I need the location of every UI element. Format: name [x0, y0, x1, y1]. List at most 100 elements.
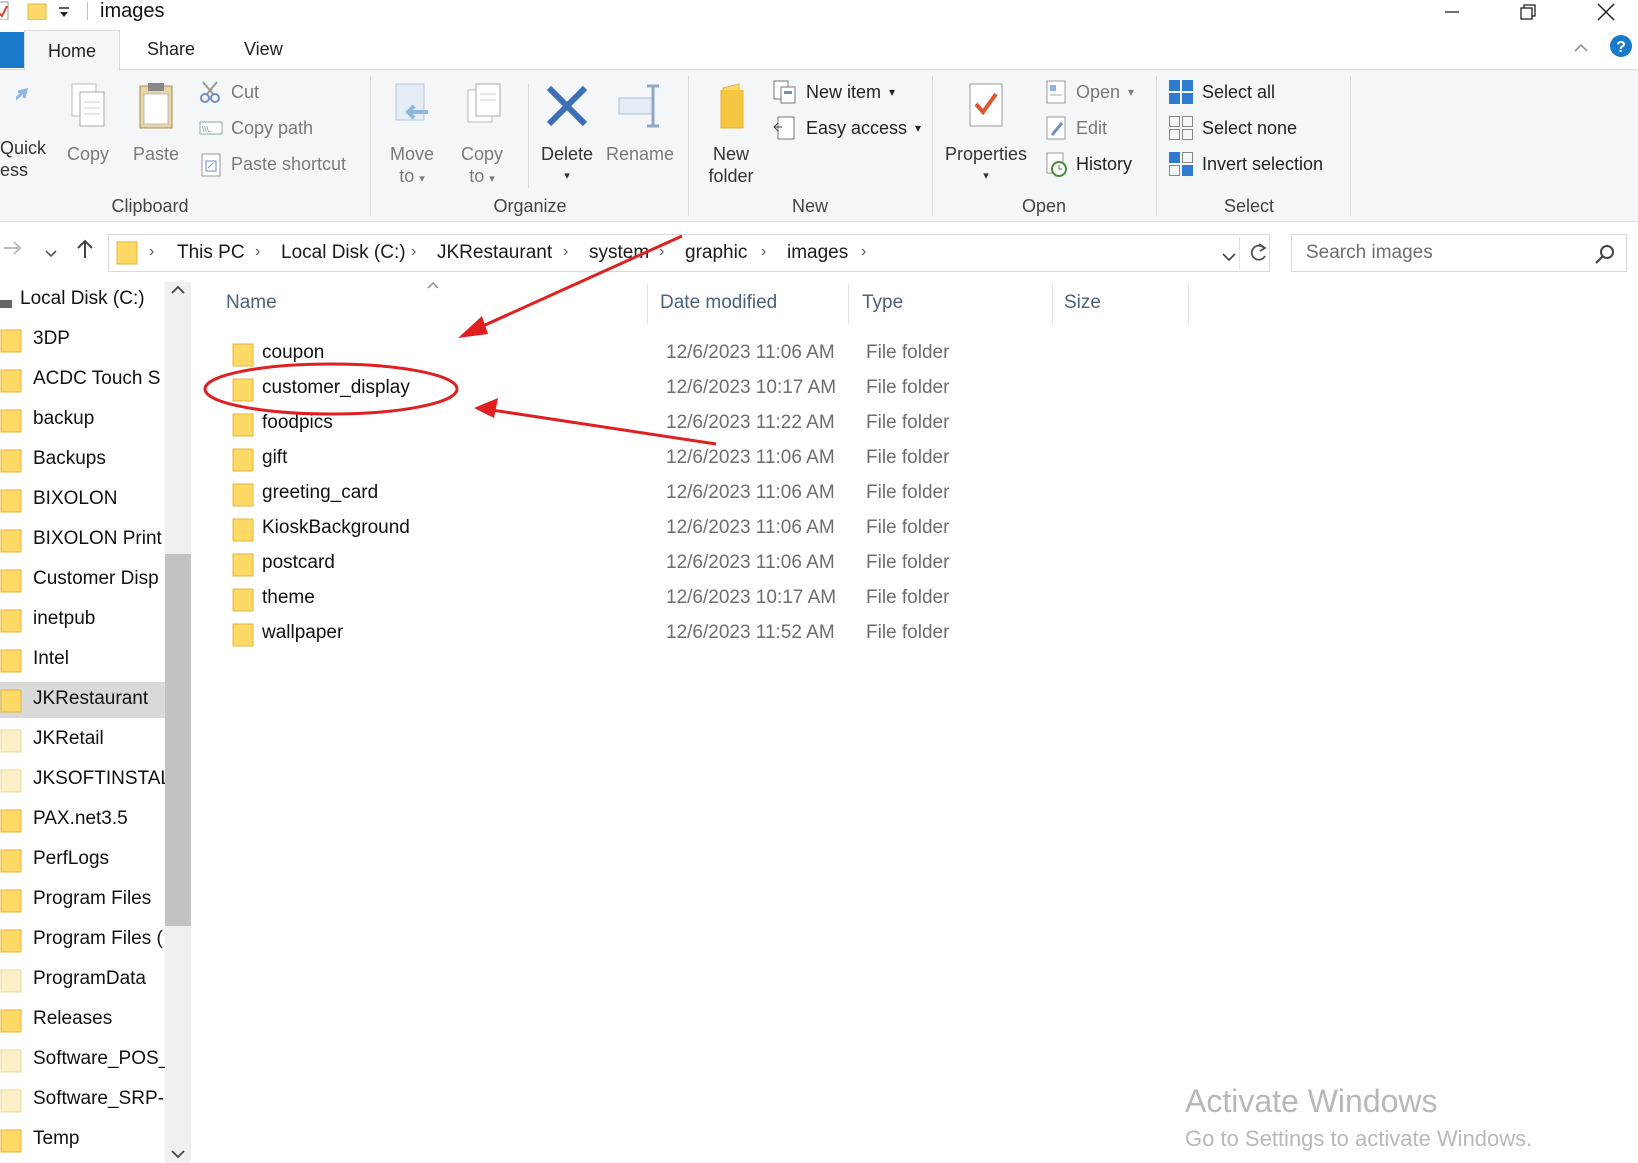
file-row[interactable]: foodpics 12/6/2023 11:22 AM File folder	[220, 408, 1220, 442]
nav-scrollbar-thumb[interactable]	[165, 554, 191, 926]
breadcrumb-jkrestaurant[interactable]: JKRestaurant	[437, 242, 552, 264]
nav-item[interactable]: Program Files	[0, 882, 165, 918]
up-button[interactable]	[74, 238, 96, 266]
forward-button[interactable]	[2, 238, 24, 264]
tab-view[interactable]: View	[244, 39, 283, 60]
new-item-button[interactable]: New item ▾	[772, 78, 895, 106]
minimize-button[interactable]	[1428, 0, 1476, 24]
nav-item[interactable]: Intel	[0, 642, 165, 678]
nav-item[interactable]: PerfLogs	[0, 842, 165, 878]
nav-item-local-disk[interactable]: Local Disk (C:)	[0, 282, 165, 318]
nav-item[interactable]: 3DP	[0, 322, 165, 358]
select-none-button[interactable]: Select none	[1168, 114, 1297, 142]
column-separator[interactable]	[647, 284, 648, 324]
properties-quick-icon[interactable]	[0, 0, 22, 20]
chevron-up-icon[interactable]	[170, 284, 186, 296]
nav-item[interactable]: backup	[0, 402, 165, 438]
nav-scrollbar[interactable]	[165, 282, 191, 1163]
folder-icon	[0, 409, 22, 433]
column-separator[interactable]	[1052, 284, 1053, 324]
breadcrumb-this-pc[interactable]: This PC	[177, 242, 245, 264]
breadcrumb-chevron-icon[interactable]: ›	[411, 243, 416, 261]
nav-item[interactable]: ACDC Touch S	[0, 362, 165, 398]
column-header-date[interactable]: Date modified	[660, 292, 777, 314]
breadcrumb-chevron-icon[interactable]: ›	[255, 243, 260, 261]
pin-to-quick-access-button[interactable]: Quick ess	[0, 82, 52, 181]
paste-button[interactable]: Paste	[128, 82, 184, 165]
address-bar[interactable]: › This PC › Local Disk (C:) › JKRestaura…	[108, 234, 1270, 272]
properties-button[interactable]: Properties ▾	[940, 82, 1032, 187]
restore-button[interactable]	[1504, 0, 1552, 24]
tab-share[interactable]: Share	[147, 39, 195, 60]
file-row[interactable]: postcard 12/6/2023 11:06 AM File folder	[220, 548, 1220, 582]
chevron-down-icon[interactable]	[170, 1148, 186, 1160]
open-button[interactable]: Open ▾	[1044, 78, 1134, 106]
column-header-size[interactable]: Size	[1064, 292, 1101, 314]
file-row[interactable]: KioskBackground 12/6/2023 11:06 AM File fo…	[220, 513, 1220, 547]
breadcrumb-chevron-icon[interactable]: ›	[861, 243, 866, 261]
breadcrumb-chevron-icon[interactable]: ›	[761, 243, 766, 261]
copy-to-button[interactable]: Copy to ▾	[454, 82, 510, 190]
breadcrumb-chevron-icon[interactable]: ›	[149, 243, 154, 261]
breadcrumb-graphic[interactable]: graphic	[685, 242, 747, 264]
nav-item[interactable]: Customer Disp	[0, 562, 165, 598]
move-to-button[interactable]: Move to ▾	[384, 82, 440, 190]
nav-item[interactable]: ProgramData	[0, 962, 165, 998]
select-all-button[interactable]: Select all	[1168, 78, 1275, 106]
cut-button[interactable]: Cut	[199, 78, 259, 106]
nav-item[interactable]: inetpub	[0, 602, 165, 638]
file-type: File folder	[866, 482, 950, 503]
search-box[interactable]: Search images	[1291, 234, 1627, 272]
nav-item[interactable]: JKRetail	[0, 722, 165, 758]
column-header-type[interactable]: Type	[862, 292, 903, 314]
nav-item[interactable]: Backups	[0, 442, 165, 478]
column-separator[interactable]	[1188, 284, 1189, 324]
file-row[interactable]: coupon 12/6/2023 11:06 AM File folder	[220, 338, 1220, 372]
refresh-button[interactable]	[1247, 242, 1269, 270]
file-name: theme	[262, 587, 315, 608]
tab-home[interactable]: Home	[24, 30, 120, 71]
breadcrumb-system[interactable]: system	[589, 242, 649, 264]
file-row[interactable]: gift 12/6/2023 11:06 AM File folder	[220, 443, 1220, 477]
nav-item[interactable]: Software_SRP-:	[0, 1082, 165, 1118]
nav-item[interactable]: JKRestaurant	[0, 682, 165, 718]
search-input[interactable]: Search images	[1306, 242, 1433, 264]
invert-selection-button[interactable]: Invert selection	[1168, 150, 1323, 178]
nav-item[interactable]: BIXOLON	[0, 482, 165, 518]
copy-button[interactable]: Copy	[62, 82, 114, 165]
rename-button[interactable]: Rename	[604, 82, 676, 165]
column-separator[interactable]	[848, 284, 849, 324]
column-header-name[interactable]: Name	[226, 292, 277, 314]
nav-item[interactable]: Temp	[0, 1122, 165, 1158]
copy-path-button[interactable]: \\\.. Copy path	[199, 114, 313, 142]
minimize-ribbon-button[interactable]	[1568, 36, 1594, 60]
file-row[interactable]: theme 12/6/2023 10:17 AM File folder	[220, 583, 1220, 617]
breadcrumb-images[interactable]: images	[787, 242, 848, 264]
nav-item[interactable]: PAX.net3.5	[0, 802, 165, 838]
edit-button[interactable]: Edit	[1044, 114, 1107, 142]
breadcrumb-chevron-icon[interactable]: ›	[659, 243, 664, 261]
recent-locations-button[interactable]	[44, 242, 58, 265]
delete-button[interactable]: Delete ▾	[536, 82, 598, 187]
folder-icon	[0, 329, 22, 353]
nav-item[interactable]: JKSOFTINSTAL	[0, 762, 165, 798]
nav-item[interactable]: Releases	[0, 1002, 165, 1038]
new-folder-quick-icon[interactable]	[26, 0, 48, 20]
nav-item[interactable]: Program Files (	[0, 922, 165, 958]
address-history-dropdown[interactable]	[1221, 247, 1237, 269]
file-row[interactable]: wallpaper 12/6/2023 11:52 AM File folder	[220, 618, 1220, 652]
tab-file[interactable]	[0, 32, 24, 68]
close-button[interactable]	[1582, 0, 1630, 24]
customize-quick-access-icon[interactable]	[50, 0, 78, 24]
breadcrumb-chevron-icon[interactable]: ›	[563, 243, 568, 261]
history-button[interactable]: History	[1044, 150, 1132, 178]
file-row[interactable]: greeting_card 12/6/2023 11:06 AM File fold…	[220, 478, 1220, 512]
nav-item[interactable]: BIXOLON Print	[0, 522, 165, 558]
file-row[interactable]: customer_display 12/6/2023 10:17 AM File f…	[220, 373, 1220, 407]
new-folder-button[interactable]: New folder	[698, 82, 764, 187]
nav-item[interactable]: Software_POS_	[0, 1042, 165, 1078]
easy-access-button[interactable]: Easy access ▾	[772, 114, 921, 142]
help-button[interactable]: ?	[1608, 34, 1634, 58]
paste-shortcut-button[interactable]: Paste shortcut	[199, 150, 346, 178]
breadcrumb-local-disk[interactable]: Local Disk (C:)	[281, 242, 406, 264]
